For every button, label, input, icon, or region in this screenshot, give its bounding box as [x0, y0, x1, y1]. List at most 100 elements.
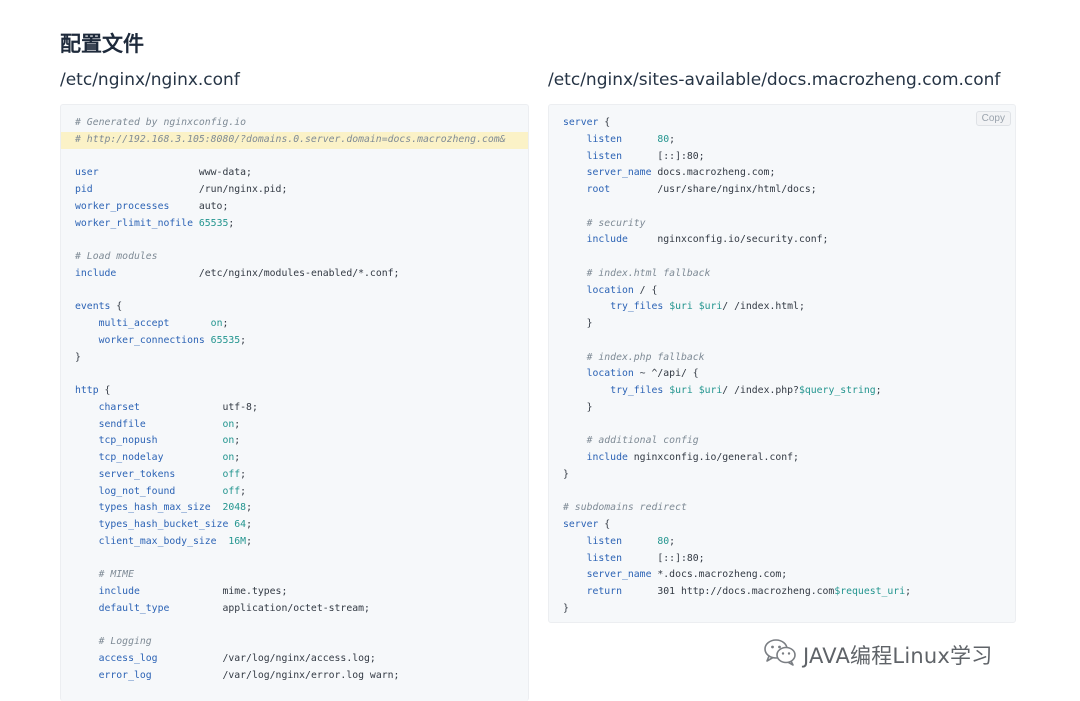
code-token: # subdomains redirect: [563, 502, 687, 514]
code-line: try_files $uri $uri/ /index.php?$query_s…: [563, 383, 1015, 400]
copy-button[interactable]: Copy: [975, 111, 1011, 126]
code-line: server {: [563, 517, 1015, 534]
code-token: server: [563, 519, 599, 530]
code-token: # Generated by nginxconfig.io: [75, 117, 247, 128]
nginx-conf-code: # Generated by nginxconfig.io # http://19…: [61, 105, 528, 685]
code-token: # additional config: [586, 435, 699, 447]
code-line: client_max_body_size 16M;: [75, 534, 528, 551]
code-token: include: [98, 586, 140, 597]
code-token: listen: [586, 133, 622, 145]
code-token: location: [586, 284, 634, 296]
code-token: ;: [234, 452, 241, 463]
site-conf-code: server { listen 80; listen [::]:80; serv…: [549, 105, 1015, 618]
code-line: }: [563, 400, 1015, 417]
code-token: include: [586, 452, 628, 463]
code-token: # Load modules: [75, 251, 158, 262]
code-line: # security: [563, 216, 1015, 233]
code-token: ;: [240, 334, 247, 346]
code-token: nginxconfig.io/security.conf;: [627, 234, 829, 246]
code-token: types_hash_max_size: [98, 502, 211, 514]
code-line: include nginxconfig.io/general.conf;: [563, 450, 1015, 467]
code-token: docs.macrozheng.com;: [651, 167, 776, 179]
code-token: worker_processes: [75, 200, 170, 212]
code-line: tcp_nopush on;: [75, 433, 528, 450]
code-line: server_tokens off;: [75, 467, 528, 484]
code-line: worker_processes auto;: [75, 199, 528, 216]
code-token: ;: [246, 519, 252, 530]
code-token: 301 http://docs.macrozheng.com: [621, 586, 835, 597]
code-token: /usr/share/nginx/html/docs;: [610, 184, 817, 195]
code-line: location / {: [563, 283, 1015, 300]
code-token: events: [75, 301, 111, 313]
code-token: mime.types;: [139, 586, 288, 597]
code-line: # MIME: [75, 567, 528, 584]
code-token: tcp_nodelay: [98, 452, 164, 463]
nginx-conf-code-block: # Generated by nginxconfig.io # http://19…: [60, 104, 529, 701]
site-conf-file-path: /etc/nginx/sites-available/docs.macrozhe…: [548, 70, 1001, 90]
code-line: multi_accept on;: [75, 316, 528, 333]
code-line: }: [563, 316, 1015, 333]
code-token: auto;: [169, 200, 229, 212]
code-token: $uri: [698, 385, 723, 396]
code-token: nginxconfig.io/general.conf;: [627, 452, 799, 463]
code-line: include nginxconfig.io/security.conf;: [563, 232, 1015, 249]
code-token: ;: [240, 485, 247, 497]
code-token: # index.php fallback: [586, 351, 705, 363]
code-line: }: [563, 467, 1015, 484]
code-token: pid: [75, 184, 93, 195]
code-line: worker_connections 65535;: [75, 333, 528, 350]
code-line: charset utf-8;: [75, 400, 528, 417]
code-token: tcp_nopush: [98, 435, 158, 447]
code-token: # http://192.168.3.105:8080/?domains.0.s…: [75, 133, 506, 145]
code-line: # Load modules: [75, 249, 528, 266]
code-token: ;: [240, 468, 247, 480]
code-line: # index.php fallback: [563, 350, 1015, 367]
nginx-conf-file-path: /etc/nginx/nginx.conf: [60, 70, 240, 90]
code-token: application/octet-stream;: [169, 602, 370, 614]
code-token: $uri: [669, 301, 693, 313]
code-token: $query_string: [798, 385, 876, 396]
code-token: off: [222, 468, 241, 480]
code-token: /run/nginx.pid;: [92, 184, 288, 195]
code-token: 80: [657, 535, 670, 547]
code-token: server_name: [586, 569, 652, 581]
code-line: include /etc/nginx/modules-enabled/*.con…: [75, 266, 528, 283]
code-line: # Generated by nginxconfig.io: [75, 115, 528, 132]
code-token: 64: [234, 519, 247, 530]
code-line: tcp_nodelay on;: [75, 450, 528, 467]
watermark-text: JAVA编程Linux学习: [803, 643, 993, 668]
code-token: worker_connections: [98, 334, 205, 346]
code-token: $uri: [698, 301, 723, 313]
code-line: listen 80;: [563, 534, 1015, 551]
code-line: }: [563, 601, 1015, 618]
code-line: listen [::]:80;: [563, 149, 1015, 166]
